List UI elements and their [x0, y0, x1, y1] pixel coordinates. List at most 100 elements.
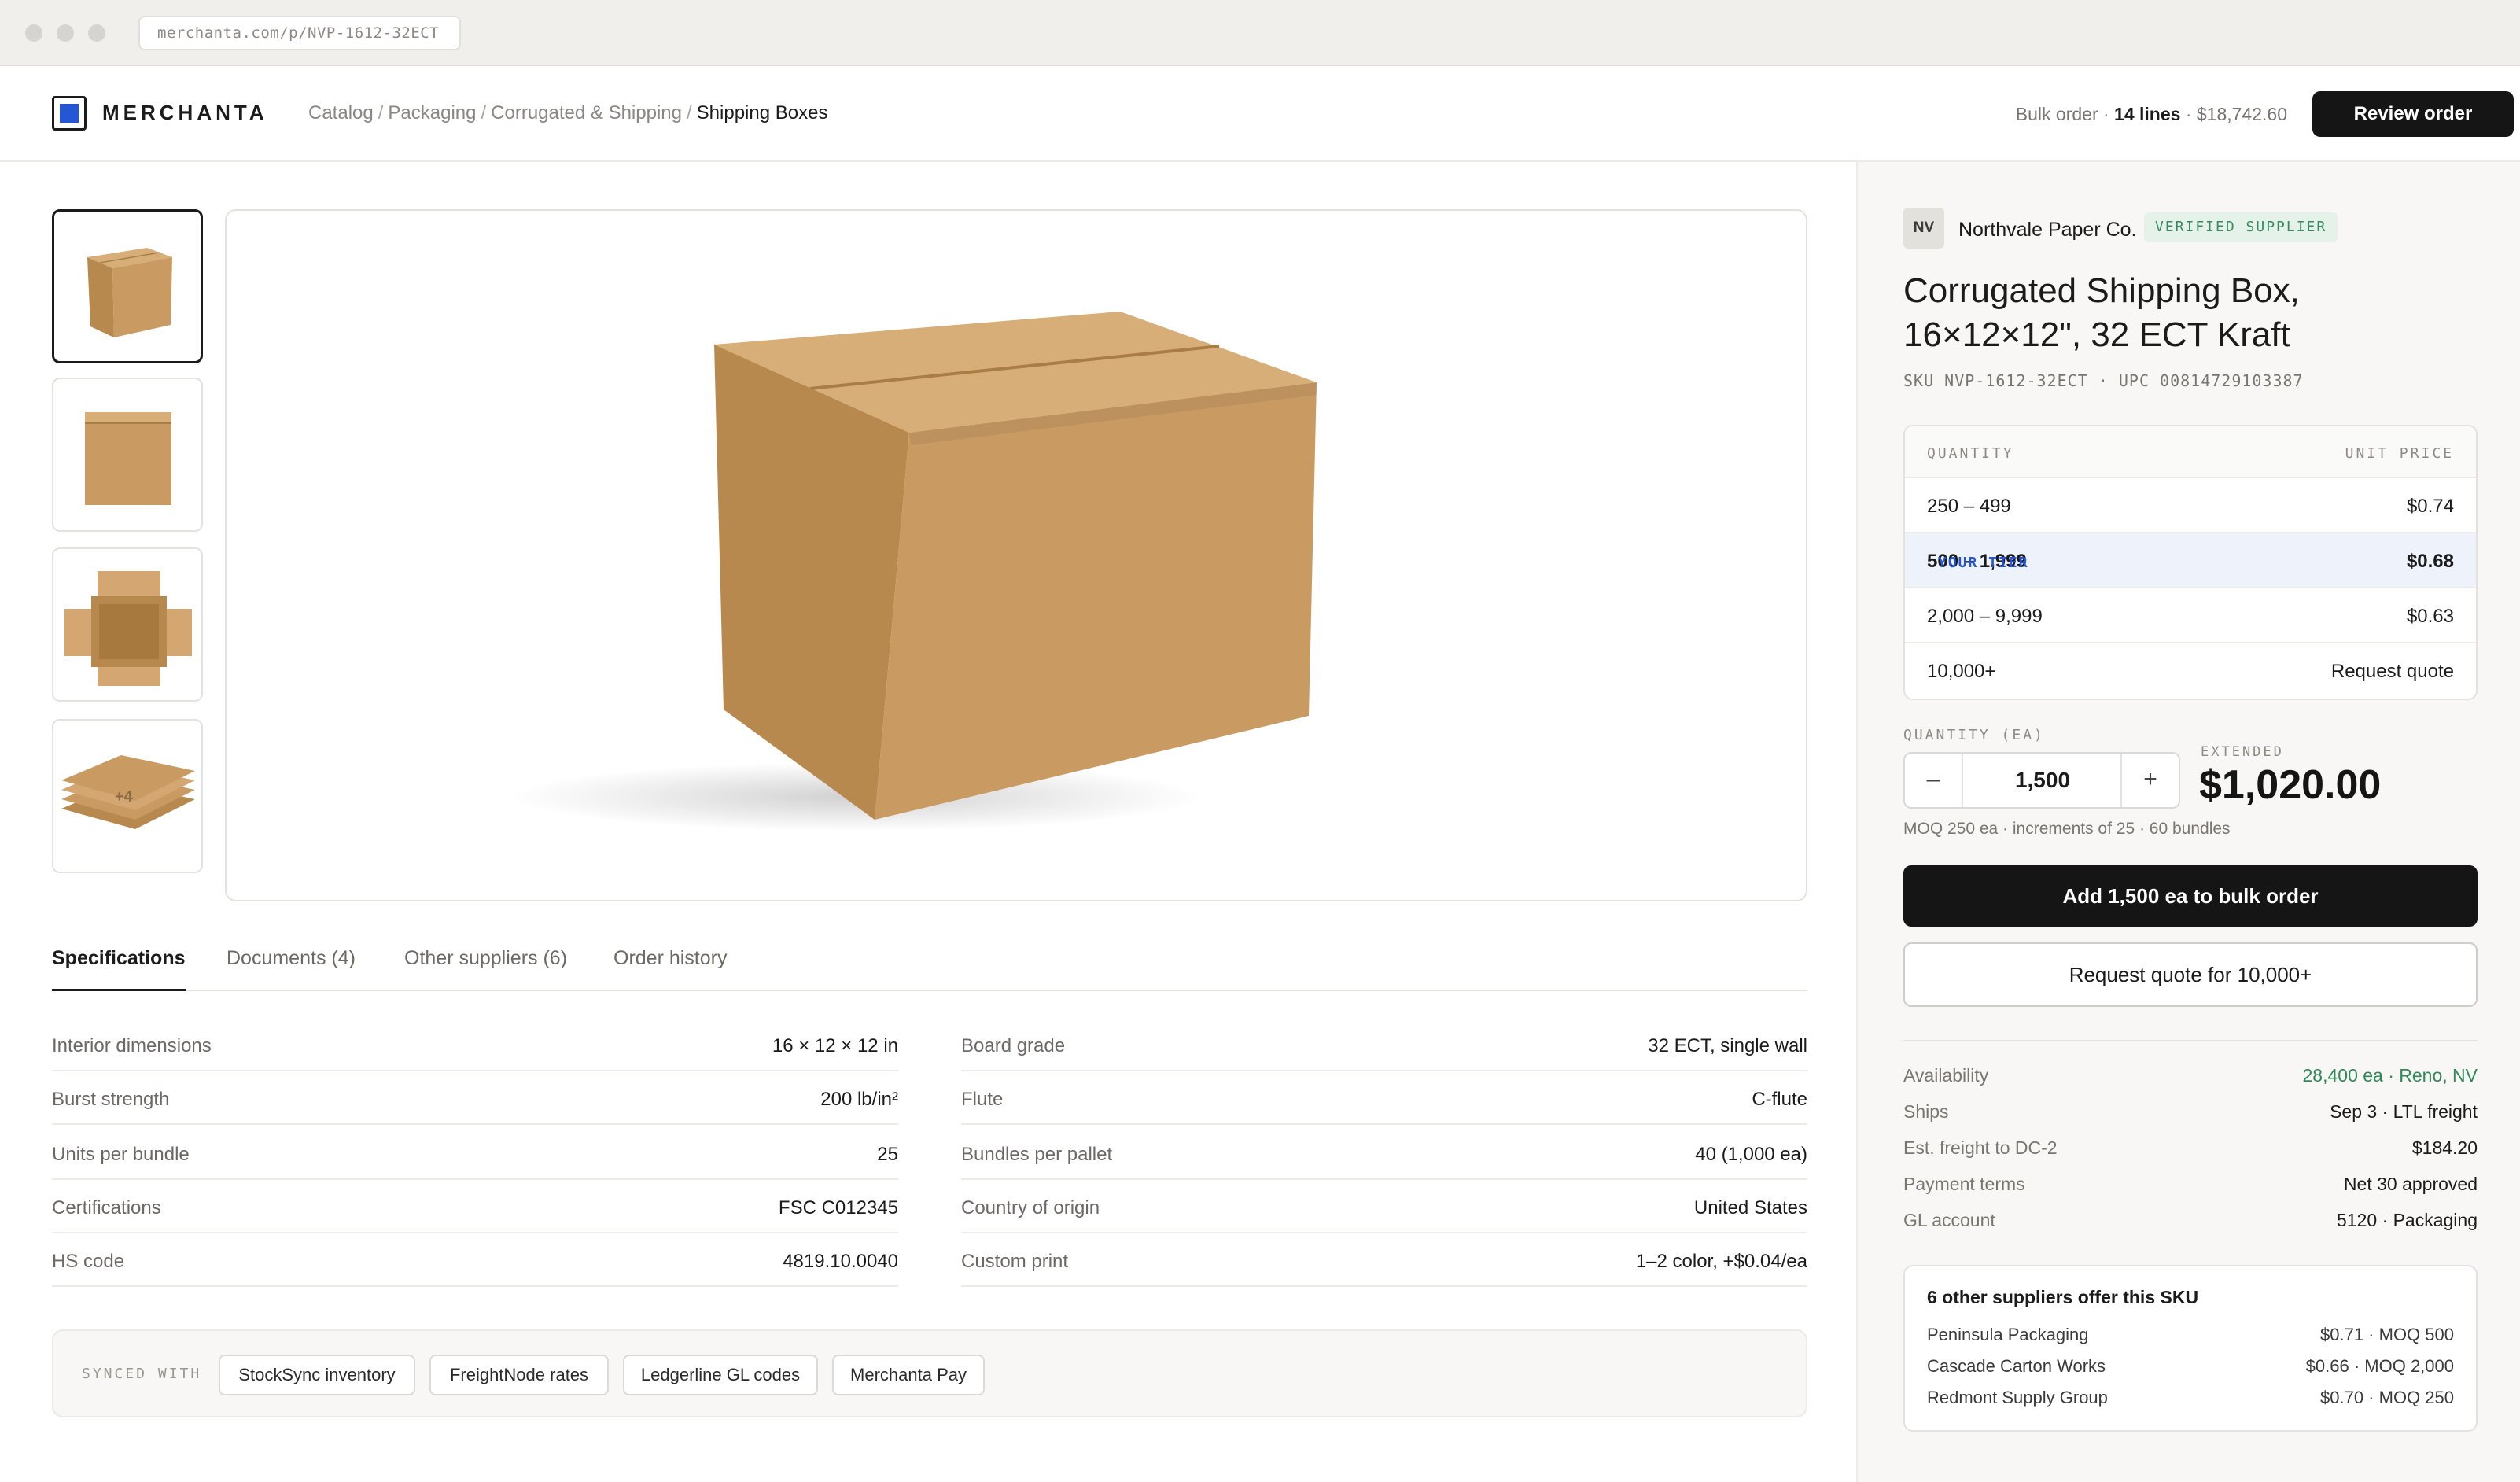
thumbnail-front[interactable] [52, 378, 203, 532]
spec-row: Country of origin United States [961, 1180, 1807, 1233]
thumbnail-front-angle[interactable] [52, 209, 203, 363]
your-tier-badge: YOUR TIER [1938, 555, 2029, 571]
spec-row: Units per bundle 25 [52, 1126, 898, 1180]
info-value: Net 30 approved [2343, 1174, 2478, 1194]
tier-price: $0.63 [2406, 606, 2454, 627]
other-supplier-row[interactable]: Redmont Supply Group $0.70 · MOQ 250 [1927, 1388, 2454, 1413]
pricing-tiers-table: QUANTITY UNIT PRICE 250 – 499 $0.74 500 … [1903, 425, 2478, 700]
thumbnail-open-top[interactable] [52, 547, 203, 702]
tier-quantity: 10,000+ [1927, 661, 1996, 682]
request-quote-button[interactable]: Request quote for 10,000+ [1903, 942, 2478, 1007]
product-title: Corrugated Shipping Box, 16×12×12", 32 E… [1903, 269, 2501, 357]
other-supplier-offer: $0.71 · MOQ 500 [2320, 1325, 2454, 1344]
other-suppliers-card: 6 other suppliers offer this SKU Peninsu… [1903, 1265, 2478, 1432]
browser-chrome: merchanta.com/p/NVP-1612-32ECT [0, 0, 2520, 66]
info-key: GL account [1903, 1210, 1995, 1230]
info-value: $184.20 [2411, 1137, 2478, 1158]
breadcrumb-packaging[interactable]: Packaging [388, 102, 476, 124]
spec-key: Board grade [961, 1035, 1066, 1056]
more-images-badge: +4 [115, 788, 133, 806]
spec-key: Certifications [52, 1197, 161, 1218]
info-row-ships: Ships Sep 3 · LTL freight [1903, 1101, 2478, 1133]
other-supplier-row[interactable]: Cascade Carton Works $0.66 · MOQ 2,000 [1927, 1356, 2454, 1381]
other-supplier-offer: $0.66 · MOQ 2,000 [2305, 1356, 2454, 1376]
integration-chip-stocksync[interactable]: StockSync inventory [219, 1355, 415, 1395]
tier-row: 10,000+ Request quote [1905, 643, 2476, 699]
shipping-box-image [510, 312, 1317, 831]
info-value: Sep 3 · LTL freight [2330, 1101, 2478, 1122]
supplier-avatar: NV [1903, 208, 1944, 249]
other-suppliers-title: 6 other suppliers offer this SKU [1927, 1287, 2199, 1307]
spec-key: Country of origin [961, 1197, 1100, 1218]
spec-row: Board grade 32 ECT, single wall [961, 1018, 1807, 1071]
breadcrumb-corrugated[interactable]: Corrugated & Shipping [491, 102, 682, 124]
tier-request-quote-link[interactable]: Request quote [2331, 661, 2454, 683]
tier-quantity: 250 – 499 [1927, 496, 2011, 517]
tab-specifications[interactable]: Specifications [52, 947, 186, 991]
spec-key: Burst strength [52, 1089, 170, 1110]
window-maximize-dot[interactable] [88, 24, 105, 42]
other-supplier-offer: $0.70 · MOQ 250 [2320, 1388, 2454, 1407]
spec-row: Certifications FSC C012345 [52, 1180, 898, 1233]
tier-quantity: 2,000 – 9,999 [1927, 606, 2043, 627]
integration-chip-freightnode[interactable]: FreightNode rates [429, 1355, 609, 1395]
product-tabs: Specifications Documents (4) Other suppl… [52, 941, 1807, 991]
quantity-label: QUANTITY (EA) [1903, 727, 2045, 743]
info-key: Ships [1903, 1101, 1949, 1122]
info-value: 5120 · Packaging [2336, 1210, 2478, 1230]
tab-other-suppliers[interactable]: Other suppliers (6) [404, 947, 567, 991]
spec-value: 4819.10.0040 [783, 1251, 898, 1272]
info-value: 28,400 ea · Reno, NV [2302, 1065, 2478, 1086]
review-order-button[interactable]: Review order [2312, 91, 2514, 137]
spec-key: Custom print [961, 1251, 1069, 1272]
bulk-order-total: · $18,742.60 [2185, 104, 2287, 124]
spec-value: 25 [877, 1144, 898, 1165]
info-key: Est. freight to DC-2 [1903, 1137, 2058, 1158]
quantity-increment-button[interactable]: + [2120, 754, 2179, 807]
info-row-availability: Availability 28,400 ea · Reno, NV [1903, 1065, 2478, 1097]
tier-row: 250 – 499 $0.74 [1905, 478, 2476, 533]
thumbnail-flat-stack[interactable]: +4 [52, 719, 203, 873]
tier-row: 2,000 – 9,999 $0.63 [1905, 588, 2476, 643]
other-supplier-name: Redmont Supply Group [1927, 1388, 2108, 1407]
product-title-line: Corrugated Shipping Box, [1903, 271, 2300, 310]
breadcrumb-catalog[interactable]: Catalog [308, 102, 374, 124]
supplier-name[interactable]: Northvale Paper Co. [1958, 219, 2137, 241]
info-row-payment-terms: Payment terms Net 30 approved [1903, 1174, 2478, 1205]
quantity-input[interactable]: 1,500 [1963, 754, 2122, 807]
spec-row: Bundles per pallet 40 (1,000 ea) [961, 1126, 1807, 1180]
spec-value: 32 ECT, single wall [1648, 1035, 1807, 1056]
spec-row: Flute C-flute [961, 1071, 1807, 1125]
tab-documents[interactable]: Documents (4) [227, 947, 356, 991]
window-minimize-dot[interactable] [57, 24, 74, 42]
integration-chip-merchanta-pay[interactable]: Merchanta Pay [832, 1355, 985, 1395]
divider [1903, 1040, 2478, 1041]
tier-row-current: 500 – 1,999 YOUR TIER $0.68 [1905, 533, 2476, 588]
spec-row: Interior dimensions 16 × 12 × 12 in [52, 1018, 898, 1071]
url-bar[interactable]: merchanta.com/p/NVP-1612-32ECT [138, 16, 461, 50]
other-supplier-row[interactable]: Peninsula Packaging $0.71 · MOQ 500 [1927, 1325, 2454, 1350]
window-close-dot[interactable] [25, 24, 42, 42]
spec-row: HS code 4819.10.0040 [52, 1233, 898, 1287]
quantity-decrement-button[interactable]: – [1905, 754, 1963, 807]
breadcrumb-current: Shipping Boxes [696, 102, 828, 124]
brand-name[interactable]: MERCHANTA [102, 101, 268, 125]
info-row-gl-account: GL account 5120 · Packaging [1903, 1210, 2478, 1241]
spec-value: 40 (1,000 ea) [1695, 1144, 1807, 1165]
add-to-bulk-order-button[interactable]: Add 1,500 ea to bulk order [1903, 865, 2478, 927]
integration-chip-ledgerline[interactable]: Ledgerline GL codes [623, 1355, 818, 1395]
spec-value: C-flute [1752, 1089, 1807, 1110]
spec-key: Flute [961, 1089, 1004, 1110]
tier-price: $0.74 [2406, 496, 2454, 517]
pricing-header-quantity: QUANTITY [1927, 445, 2014, 462]
main-product-image[interactable] [225, 209, 1807, 901]
merchanta-logo-icon[interactable] [52, 96, 87, 131]
other-supplier-name: Peninsula Packaging [1927, 1325, 2089, 1344]
spec-key: Bundles per pallet [961, 1144, 1113, 1165]
tab-order-history[interactable]: Order history [613, 947, 727, 991]
info-row-freight: Est. freight to DC-2 $184.20 [1903, 1137, 2478, 1169]
spec-row: Custom print 1–2 color, +$0.04/ea [961, 1233, 1807, 1287]
synced-label: SYNCED WITH [82, 1366, 202, 1382]
pricing-header-unit-price: UNIT PRICE [2345, 445, 2454, 462]
sku-line: SKU NVP-1612-32ECT · UPC 00814729103387 [1903, 371, 2304, 390]
